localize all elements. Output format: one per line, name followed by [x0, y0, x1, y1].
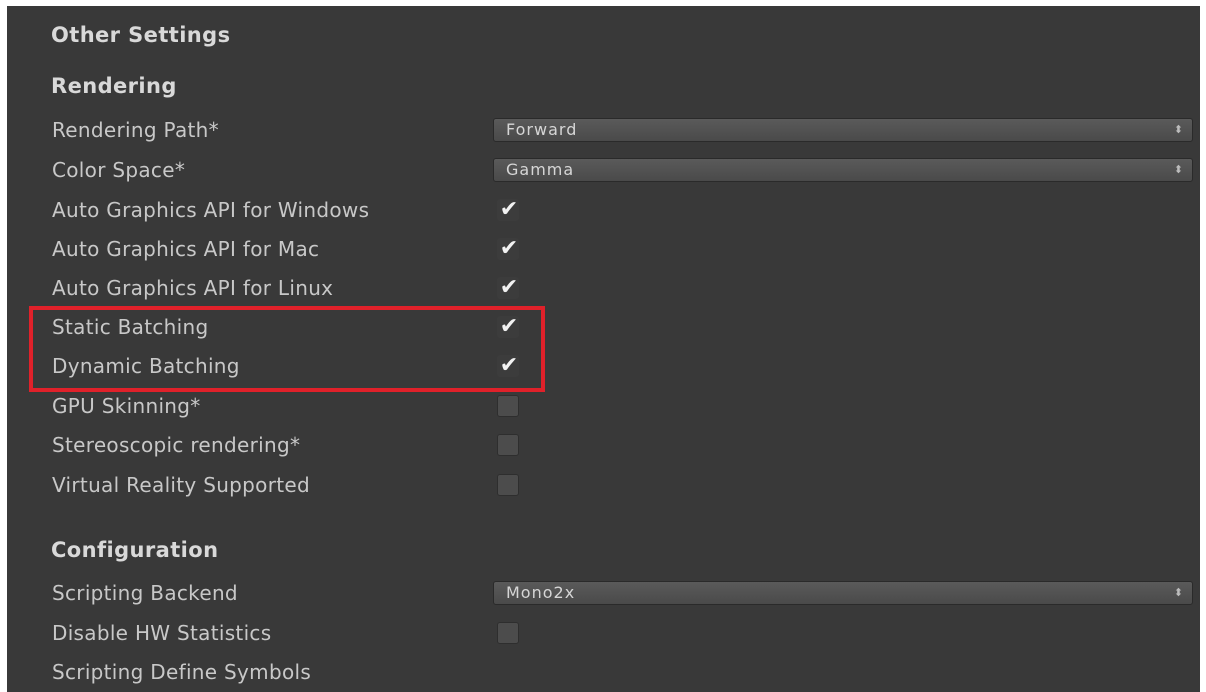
rendering-path-value: Forward [506, 120, 578, 139]
auto-graphics-mac-row: Auto Graphics API for Mac ✔ [7, 230, 1200, 269]
disable-hw-statistics-row: Disable HW Statistics ✔ [7, 614, 1200, 653]
dropdown-arrow-icon: ⬍ [1173, 123, 1183, 136]
auto-graphics-mac-checkbox[interactable]: ✔ [497, 236, 519, 261]
scripting-backend-label: Scripting Backend [52, 581, 238, 605]
gpu-skinning-row: GPU Skinning* ✔ [7, 387, 1200, 426]
scripting-backend-row: Scripting Backend Mono2x ⬍ [7, 574, 1200, 613]
dynamic-batching-checkbox[interactable]: ✔ [497, 353, 519, 378]
auto-graphics-linux-row: Auto Graphics API for Linux ✔ [7, 269, 1200, 308]
scripting-define-symbols-label: Scripting Define Symbols [52, 660, 312, 684]
gpu-skinning-checkbox[interactable]: ✔ [497, 395, 519, 417]
check-icon: ✔ [499, 314, 519, 339]
color-space-dropdown[interactable]: Gamma ⬍ [493, 158, 1193, 182]
check-icon: ✔ [499, 236, 519, 261]
other-settings-panel: Other Settings Rendering Rendering Path*… [7, 6, 1200, 692]
check-icon: ✔ [499, 275, 519, 300]
rendering-path-row: Rendering Path* Forward ⬍ [7, 111, 1200, 150]
rendering-heading: Rendering [51, 74, 177, 98]
auto-graphics-windows-checkbox[interactable]: ✔ [497, 197, 519, 222]
dropdown-arrow-icon: ⬍ [1173, 586, 1183, 599]
auto-graphics-windows-row: Auto Graphics API for Windows ✔ [7, 191, 1200, 230]
auto-graphics-mac-label: Auto Graphics API for Mac [52, 237, 320, 261]
scripting-backend-dropdown[interactable]: Mono2x ⬍ [493, 581, 1193, 605]
scripting-backend-value: Mono2x [506, 583, 576, 602]
check-icon: ✔ [499, 353, 519, 378]
virtual-reality-supported-label: Virtual Reality Supported [52, 473, 310, 497]
rendering-path-dropdown[interactable]: Forward ⬍ [493, 118, 1193, 142]
stereoscopic-rendering-label: Stereoscopic rendering* [52, 433, 301, 457]
stereoscopic-rendering-row: Stereoscopic rendering* ✔ [7, 426, 1200, 465]
static-batching-label: Static Batching [52, 315, 209, 339]
dropdown-arrow-icon: ⬍ [1173, 163, 1183, 176]
color-space-label: Color Space* [52, 158, 186, 182]
rendering-path-label: Rendering Path* [52, 118, 219, 142]
dynamic-batching-label: Dynamic Batching [52, 354, 240, 378]
stereoscopic-rendering-checkbox[interactable]: ✔ [497, 434, 519, 456]
check-icon: ✔ [499, 197, 519, 222]
virtual-reality-supported-row: Virtual Reality Supported ✔ [7, 466, 1200, 505]
disable-hw-statistics-label: Disable HW Statistics [52, 621, 272, 645]
scripting-define-symbols-row: Scripting Define Symbols [7, 653, 1200, 692]
auto-graphics-windows-label: Auto Graphics API for Windows [52, 198, 370, 222]
gpu-skinning-label: GPU Skinning* [52, 394, 201, 418]
other-settings-heading: Other Settings [51, 23, 231, 47]
static-batching-row: Static Batching ✔ [7, 308, 1200, 347]
auto-graphics-linux-label: Auto Graphics API for Linux [52, 276, 334, 300]
color-space-row: Color Space* Gamma ⬍ [7, 151, 1200, 190]
dynamic-batching-row: Dynamic Batching ✔ [7, 347, 1200, 386]
color-space-value: Gamma [506, 160, 575, 179]
auto-graphics-linux-checkbox[interactable]: ✔ [497, 275, 519, 300]
virtual-reality-supported-checkbox[interactable]: ✔ [497, 474, 519, 496]
disable-hw-statistics-checkbox[interactable]: ✔ [497, 622, 519, 644]
static-batching-checkbox[interactable]: ✔ [497, 314, 519, 339]
configuration-heading: Configuration [51, 538, 219, 562]
